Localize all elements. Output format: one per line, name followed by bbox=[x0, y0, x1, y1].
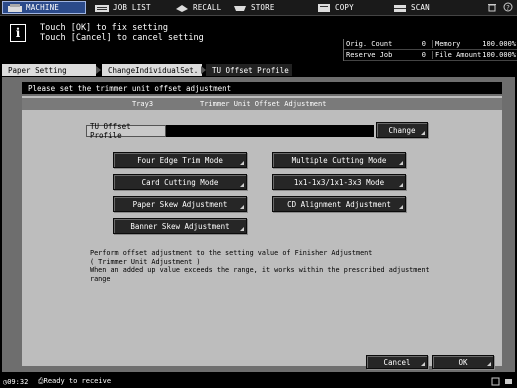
network-icon bbox=[491, 377, 500, 386]
tab-label: COPY bbox=[335, 3, 354, 12]
clock: ◷09:32 bbox=[3, 378, 28, 386]
orig-count-label: Orig. Count bbox=[346, 40, 393, 48]
clock-time: 09:32 bbox=[7, 377, 29, 386]
multiple-cutting-mode-button[interactable]: Multiple Cutting Mode bbox=[272, 152, 406, 168]
help-note: Perform offset adjustment to the setting… bbox=[90, 249, 430, 283]
memory-value: 100.000% bbox=[482, 40, 516, 48]
breadcrumb-tu-offset-profile: TU Offset Profile bbox=[206, 64, 292, 76]
tab-label: STORE bbox=[251, 3, 275, 12]
ok-button[interactable]: OK bbox=[432, 355, 494, 369]
four-edge-trim-mode-button[interactable]: Four Edge Trim Mode bbox=[113, 152, 247, 168]
trash-icon[interactable] bbox=[487, 2, 497, 12]
message-line-2: Touch [Cancel] to cancel setting bbox=[40, 33, 204, 43]
file-amount-value: 100.000% bbox=[482, 51, 516, 59]
1x1-mode-button[interactable]: 1x1-1x3/1x1-3x3 Mode bbox=[272, 174, 406, 190]
store-icon bbox=[232, 3, 248, 13]
change-button[interactable]: Change bbox=[376, 122, 428, 138]
tray-title-bar: Tray3 Trimmer Unit Offset Adjustment bbox=[22, 98, 502, 110]
panel-title: Trimmer Unit Offset Adjustment bbox=[200, 100, 327, 108]
orig-count-value: 0 bbox=[421, 40, 426, 48]
tab-copy[interactable]: COPY bbox=[312, 1, 382, 14]
tray-label: Tray3 bbox=[132, 100, 154, 108]
file-amount-label: File Amount bbox=[432, 51, 481, 59]
tab-label: MACHINE bbox=[26, 3, 60, 12]
status-bar: ◷09:32 ⎙Ready to receive bbox=[0, 375, 517, 388]
recall-icon bbox=[174, 3, 190, 13]
help-icon[interactable]: ? bbox=[503, 2, 513, 12]
tab-label: SCAN bbox=[411, 3, 430, 12]
reserve-job-value: 0 bbox=[421, 51, 426, 59]
breadcrumb-paper-setting[interactable]: Paper Setting bbox=[2, 64, 96, 76]
counters-panel: Orig. Count 0 Memory 100.000% Reserve Jo… bbox=[343, 39, 517, 61]
tab-store[interactable]: STORE bbox=[228, 1, 306, 14]
message-line-1: Touch [OK] to fix setting bbox=[40, 23, 168, 33]
main-panel: Please set the trimmer unit offset adjus… bbox=[2, 77, 515, 372]
chevron-right-icon bbox=[96, 66, 101, 74]
banner-skew-adjustment-button[interactable]: Banner Skew Adjustment bbox=[113, 218, 247, 234]
svg-text:?: ? bbox=[506, 4, 510, 12]
reserve-job-label: Reserve Job bbox=[346, 51, 393, 59]
profile-label: TU Offset Profile bbox=[86, 122, 166, 140]
paper-skew-adjustment-button[interactable]: Paper Skew Adjustment bbox=[113, 196, 247, 212]
info-icon: i bbox=[10, 24, 26, 42]
cd-alignment-adjustment-button[interactable]: CD Alignment Adjustment bbox=[272, 196, 406, 212]
top-right-icons: ? bbox=[487, 2, 513, 12]
tab-machine[interactable]: MACHINE bbox=[2, 1, 86, 14]
tab-label: JOB LIST bbox=[113, 3, 151, 12]
profile-value-field bbox=[166, 125, 374, 137]
breadcrumb: Paper Setting ChangeIndividualSet. TU Of… bbox=[0, 62, 517, 77]
breadcrumb-change-individual[interactable]: ChangeIndividualSet. bbox=[102, 64, 202, 76]
tab-scan[interactable]: SCAN bbox=[388, 1, 446, 14]
settings-panel: Tray3 Trimmer Unit Offset Adjustment TU … bbox=[22, 96, 502, 366]
hdd-icon bbox=[504, 377, 513, 386]
copy-icon bbox=[316, 3, 332, 13]
tab-label: RECALL bbox=[193, 3, 222, 12]
job-status: ⎙Ready to receive bbox=[38, 377, 111, 386]
message-area: i Touch [OK] to fix setting Touch [Cance… bbox=[0, 15, 517, 62]
instruction-header: Please set the trimmer unit offset adjus… bbox=[22, 82, 502, 94]
job-list-icon bbox=[94, 3, 110, 13]
status-right-icons bbox=[491, 377, 513, 386]
memory-label: Memory bbox=[432, 40, 460, 48]
tab-job-list[interactable]: JOB LIST bbox=[90, 1, 168, 14]
scan-icon bbox=[392, 3, 408, 13]
cancel-button[interactable]: Cancel bbox=[366, 355, 428, 369]
counter-row: Reserve Job 0 File Amount 100.000% bbox=[344, 50, 517, 61]
card-cutting-mode-button[interactable]: Card Cutting Mode bbox=[113, 174, 247, 190]
counter-row: Orig. Count 0 Memory 100.000% bbox=[344, 39, 517, 50]
job-status-text: Ready to receive bbox=[43, 377, 112, 385]
top-tab-bar: MACHINE JOB LIST RECALL STORE COPY SCAN bbox=[0, 0, 517, 15]
machine-icon bbox=[7, 3, 23, 13]
